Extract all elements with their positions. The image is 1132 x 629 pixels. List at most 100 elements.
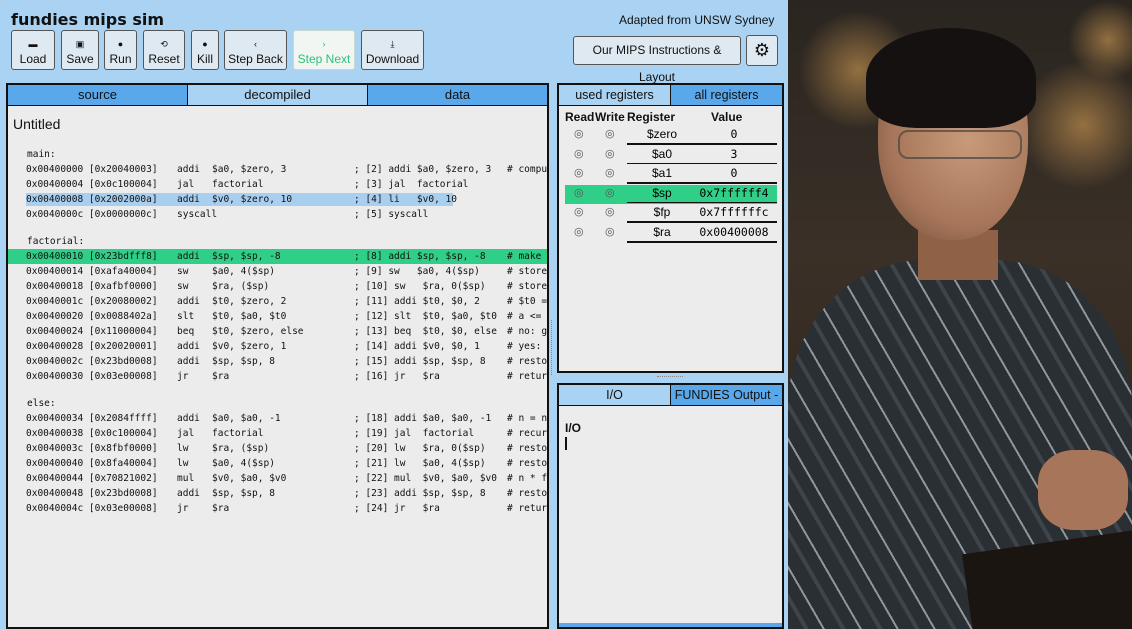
instruction-comment: # restor bbox=[507, 488, 549, 499]
save-button[interactable]: ▣ Save bbox=[61, 30, 99, 70]
instruction-row[interactable]: 0x0040000c [0x0000000c] syscall ; [5] sysc… bbox=[13, 207, 547, 222]
instruction-row[interactable]: 0x00400048 [0x23bd0008] addi $sp, $sp, 8 ; … bbox=[13, 486, 549, 501]
instruction-row[interactable]: 0x00400034 [0x2084ffff] addi $a0, $a0, -1;… bbox=[13, 411, 548, 426]
decompiled-source: ; [22] mul $v0, $a0, $v0 bbox=[354, 473, 497, 484]
instruction-row[interactable]: 0x00400028 [0x20020001] addi $v0, $zero, 1… bbox=[13, 339, 549, 354]
io-tab-fundies-output[interactable]: FUNDIES Output - bbox=[671, 385, 782, 405]
instruction-address: 0x00400048 [0x23bd0008] bbox=[26, 488, 158, 499]
instruction-operands: $v0, $zero, 10 bbox=[212, 194, 293, 205]
instruction-row[interactable]: 0x00400018 [0xafbf0000] sw $ra, ($sp) ; [10… bbox=[13, 279, 547, 294]
source-tab-data[interactable]: data bbox=[368, 85, 547, 105]
decompiled-source: ; [11] addi $t0, $0, 2 bbox=[354, 296, 480, 307]
load-button[interactable]: ▬ Load bbox=[11, 30, 55, 70]
instruction-row[interactable]: 0x00400040 [0x8fa40004] lw $a0, 4($sp) ; [2… bbox=[13, 456, 549, 471]
instruction-operands: $t0, $zero, else bbox=[212, 326, 304, 337]
read-radio-icon[interactable]: ◎ bbox=[574, 146, 584, 163]
register-row-a0[interactable]: ◎ ◎ $a0 3 bbox=[559, 146, 782, 165]
instruction-comment: # n = n bbox=[507, 413, 548, 424]
code-label: factorial: bbox=[27, 236, 85, 247]
read-radio-icon[interactable]: ◎ bbox=[574, 165, 584, 182]
write-radio-icon[interactable]: ◎ bbox=[605, 146, 615, 163]
instruction-row[interactable]: 0x00400024 [0x11000004] beq $t0, $zero, el… bbox=[13, 324, 547, 339]
instruction-address: 0x0040004c [0x03e00008] bbox=[26, 503, 158, 514]
instruction-row[interactable]: 0x0040003c [0x8fbf0000] lw $ra, ($sp) ; [20… bbox=[13, 441, 547, 456]
instruction-comment: # restor bbox=[507, 458, 549, 469]
kill-button[interactable]: ● Kill bbox=[191, 30, 219, 70]
register-row-zero[interactable]: ◎ ◎ $zero 0 bbox=[559, 126, 782, 145]
io-scrollbar[interactable] bbox=[559, 623, 782, 627]
instruction-row[interactable]: 0x00400038 [0x0c100004] jal factorial ; [19… bbox=[13, 426, 547, 441]
instruction-operands: $a0, 4($sp) bbox=[212, 458, 275, 469]
instruction-row[interactable]: 0x00400030 [0x03e00008] jr $ra ; [16] jr $r… bbox=[13, 369, 547, 384]
read-radio-icon[interactable]: ◎ bbox=[574, 204, 584, 221]
current-instruction-row[interactable]: 0x00400010 [0x23bdfff8] addi $sp, $sp, -8;… bbox=[8, 249, 547, 264]
decompiled-source: ; [10] sw $ra, 0($sp) bbox=[354, 281, 486, 292]
register-row-sp[interactable]: ◎ ◎ $sp 0x7ffffff4 bbox=[565, 184, 777, 204]
save-icon: ▣ bbox=[75, 39, 85, 49]
write-radio-icon[interactable]: ◎ bbox=[605, 224, 615, 241]
instruction-row[interactable]: 0x0040001c [0x20080002] addi $t0, $zero, 2… bbox=[13, 294, 547, 309]
decompiled-source: ; [20] lw $ra, 0($sp) bbox=[354, 443, 486, 454]
instruction-mnemonic: addi bbox=[177, 296, 200, 307]
reset-icon: ⟲ bbox=[160, 39, 168, 49]
instruction-operands: $ra, ($sp) bbox=[212, 281, 270, 292]
instruction-mnemonic: addi bbox=[177, 164, 200, 175]
step-back-button[interactable]: ‹ Step Back bbox=[224, 30, 287, 70]
toolbar-button-label: Download bbox=[365, 52, 420, 66]
read-radio-icon[interactable]: ◎ bbox=[574, 126, 584, 143]
write-radio-icon[interactable]: ◎ bbox=[605, 126, 615, 143]
register-row-ra[interactable]: ◎ ◎ $ra 0x00400008 bbox=[559, 224, 782, 243]
register-underline bbox=[627, 182, 777, 184]
io-tab-i-o[interactable]: I/O bbox=[559, 385, 671, 405]
step-next-button[interactable]: › Step Next bbox=[293, 30, 355, 70]
source-tab-source[interactable]: source bbox=[8, 85, 188, 105]
vertical-resize-handle[interactable] bbox=[551, 320, 555, 375]
code-listing[interactable]: main: 0x00400000 [0x20040003] addi $a0, $ze… bbox=[8, 147, 549, 516]
instruction-row[interactable]: 0x00400008 [0x2002000a] addi $v0, $zero, 1… bbox=[13, 192, 547, 207]
read-radio-icon[interactable]: ◎ bbox=[574, 185, 584, 202]
instruction-mnemonic: jr bbox=[177, 503, 189, 514]
register-row-a1[interactable]: ◎ ◎ $a1 0 bbox=[559, 165, 782, 184]
run-button[interactable]: ● Run bbox=[104, 30, 137, 70]
instruction-operands: $sp, $sp, 8 bbox=[212, 356, 275, 367]
instruction-row[interactable]: 0x00400000 [0x20040003] addi $a0, $zero, 3… bbox=[13, 162, 547, 177]
instruction-row[interactable]: 0x00400014 [0xafa40004] sw $a0, 4($sp) ; [9… bbox=[13, 264, 547, 279]
instruction-comment: # yes: r bbox=[507, 341, 549, 352]
register-value: 0 bbox=[730, 166, 738, 181]
reset-button[interactable]: ⟲ Reset bbox=[143, 30, 185, 70]
instruction-address: 0x00400004 [0x0c100004] bbox=[26, 179, 158, 190]
instruction-row[interactable]: 0x0040004c [0x03e00008] jr $ra ; [24] jr $r… bbox=[13, 501, 549, 516]
mips-instructions-button[interactable]: Our MIPS Instructions & Layout bbox=[573, 36, 741, 84]
instruction-address: 0x00400000 [0x20040003] bbox=[26, 164, 158, 175]
instruction-comment: # return bbox=[507, 503, 549, 514]
io-text-cursor[interactable] bbox=[565, 437, 567, 450]
instruction-mnemonic: jr bbox=[177, 371, 189, 382]
instruction-row[interactable]: 0x00400004 [0x0c100004] jal factorial ; [3]… bbox=[13, 177, 547, 192]
register-row-fp[interactable]: ◎ ◎ $fp 0x7ffffffc bbox=[559, 204, 782, 223]
instruction-row[interactable]: 0x00400020 [0x0088402a] slt $t0, $a0, $t0;… bbox=[13, 309, 547, 324]
source-tab-decompiled[interactable]: decompiled bbox=[188, 85, 368, 105]
horizontal-resize-handle[interactable] bbox=[657, 376, 683, 380]
instruction-mnemonic: addi bbox=[177, 356, 200, 367]
gear-icon[interactable]: ⚙ bbox=[746, 35, 778, 66]
read-radio-icon[interactable]: ◎ bbox=[574, 224, 584, 241]
instruction-row[interactable]: 0x0040002c [0x23bd0008] addi $sp, $sp, 8 ; … bbox=[13, 354, 547, 369]
instruction-operands: $sp, $sp, 8 bbox=[212, 488, 275, 499]
adapted-credit: Adapted from UNSW Sydney bbox=[619, 13, 775, 27]
decompiled-source: ; [21] lw $a0, 4($sp) bbox=[354, 458, 486, 469]
register-value: 0x00400008 bbox=[699, 225, 769, 239]
register-underline bbox=[627, 221, 777, 223]
instruction-address: 0x0040003c [0x8fbf0000] bbox=[26, 443, 158, 454]
download-button[interactable]: ⤓ Download bbox=[361, 30, 424, 70]
registers-tab-used-registers[interactable]: used registers bbox=[559, 85, 671, 105]
register-value: 0 bbox=[730, 127, 738, 141]
instruction-mnemonic: addi bbox=[177, 251, 200, 262]
write-radio-icon[interactable]: ◎ bbox=[605, 185, 615, 202]
registers-tab-all-registers[interactable]: all registers bbox=[671, 85, 782, 105]
write-radio-icon[interactable]: ◎ bbox=[605, 204, 615, 221]
instruction-row[interactable]: 0x00400044 [0x70821002] mul $v0, $a0, $v0;… bbox=[13, 471, 547, 486]
instruction-address: 0x00400018 [0xafbf0000] bbox=[26, 281, 158, 292]
write-radio-icon[interactable]: ◎ bbox=[605, 165, 615, 182]
instruction-operands: $ra bbox=[212, 503, 230, 514]
file-name: Untitled bbox=[13, 116, 61, 132]
